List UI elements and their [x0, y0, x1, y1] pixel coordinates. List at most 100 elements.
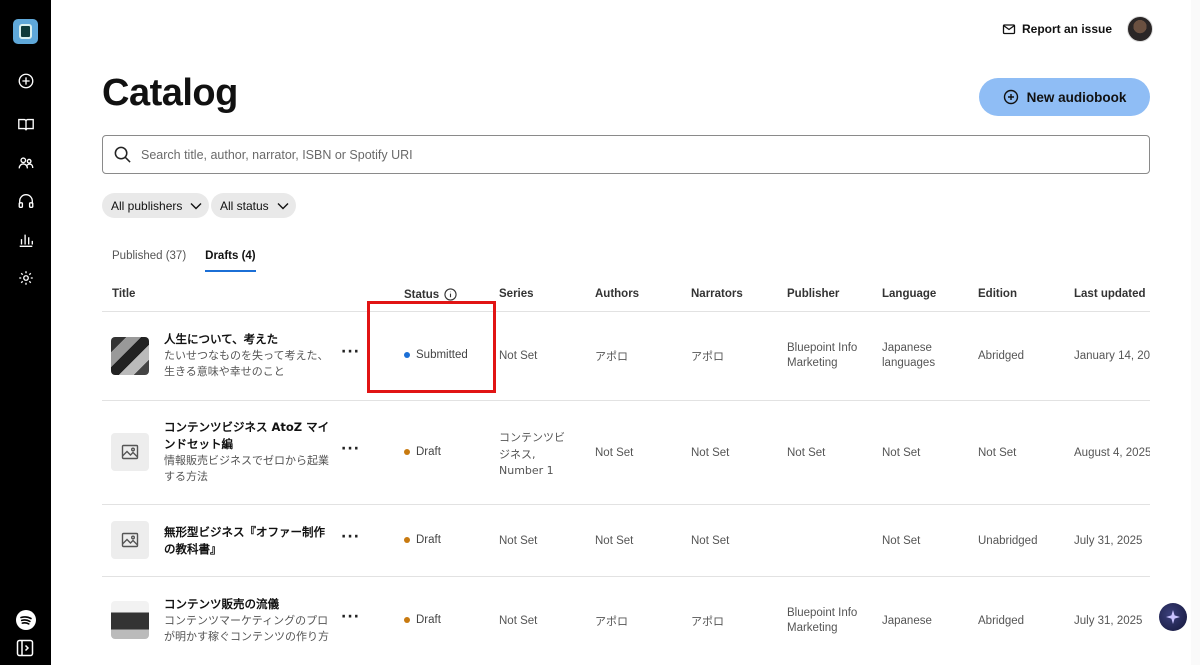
tab-drafts[interactable]: Drafts (4) [205, 250, 256, 272]
publishers-filter[interactable]: All publishers [102, 193, 210, 218]
sparkle-icon[interactable] [1159, 603, 1187, 631]
chevron-down-icon [277, 202, 289, 209]
cover-image [111, 337, 149, 375]
info-icon[interactable] [444, 288, 457, 301]
narrators-cell: Not Set [691, 535, 730, 547]
people-icon[interactable] [16, 153, 36, 173]
search-icon [114, 146, 131, 163]
column-language: Language [882, 288, 937, 300]
column-series: Series [499, 288, 534, 300]
sidebar [0, 0, 51, 665]
narrators-cell: アポロ [691, 615, 724, 628]
authors-cell: Not Set [595, 535, 634, 547]
column-title: Title [112, 288, 136, 300]
app-logo[interactable] [13, 19, 38, 44]
publisher-cell: Not Set [787, 447, 826, 459]
chevron-down-icon [190, 202, 202, 209]
status-label: Draft [416, 534, 441, 546]
last-updated-cell: August 4, 2025 [1074, 447, 1150, 459]
status-badge: Draft [404, 534, 441, 546]
image-icon [121, 444, 139, 460]
divider [102, 576, 1150, 577]
book-subtitle: コンテンツマーケティングのプロが明かす稼ぐコンテンツの作り方 [164, 614, 329, 643]
tab-published[interactable]: Published (37) [112, 250, 186, 272]
more-options-icon[interactable]: ··· [341, 529, 360, 545]
authors-cell: アポロ [595, 350, 628, 363]
status-filter[interactable]: All status [211, 193, 296, 218]
gear-icon[interactable] [16, 268, 36, 288]
new-audiobook-button[interactable]: New audiobook [979, 78, 1150, 116]
bar-chart-icon[interactable] [16, 230, 36, 250]
search-bar [102, 135, 1150, 174]
language-cell: Japanese [882, 615, 932, 627]
book-icon[interactable] [16, 115, 36, 135]
report-issue-label: Report an issue [1022, 22, 1113, 36]
status-badge: Draft [404, 446, 441, 458]
column-authors: Authors [595, 288, 640, 300]
divider [102, 400, 1150, 401]
series-cell: Not Set [499, 535, 538, 547]
book-title[interactable]: コンテンツビジネス AtoZ マインドセット編 [164, 419, 334, 453]
column-status: Status [404, 288, 457, 301]
authors-cell: Not Set [595, 447, 634, 459]
cover-placeholder [111, 433, 149, 471]
publisher-cell: Bluepoint Info Marketing [787, 342, 858, 369]
cover-image [111, 601, 149, 639]
column-narrators: Narrators [691, 288, 743, 300]
headphones-icon[interactable] [16, 191, 36, 211]
edition-cell: Not Set [978, 447, 1017, 459]
highlight-box [367, 301, 496, 393]
last-updated-cell: July 31, 2025 [1074, 535, 1143, 547]
column-last-updated: Last updated [1074, 288, 1146, 300]
language-cell: Japanese languages [882, 342, 936, 369]
divider [102, 504, 1150, 505]
divider [102, 311, 1150, 312]
publisher-cell: Bluepoint Info Marketing [787, 607, 858, 634]
series-cell: Not Set [499, 615, 538, 627]
sidebar-toggle-icon[interactable] [16, 639, 34, 657]
cover-placeholder [111, 521, 149, 559]
last-updated-cell: January 14, 2026 [1074, 350, 1150, 362]
status-badge: Draft [404, 614, 441, 626]
status-filter-label: All status [220, 198, 269, 213]
series-cell: Not Set [499, 350, 538, 362]
series-cell: コンテンツビジネス, Number 1 [499, 431, 565, 477]
more-options-icon[interactable]: ··· [341, 609, 360, 625]
status-dot [404, 537, 410, 543]
last-updated-cell: July 31, 2025 [1074, 615, 1143, 627]
book-title[interactable]: 無形型ビジネス『オファー制作の教科書』 [164, 524, 329, 558]
mail-icon [1002, 24, 1016, 35]
tabs: Published (37) Drafts (4) [112, 250, 256, 272]
edition-cell: Abridged [978, 615, 1025, 627]
status-label: Draft [416, 446, 441, 458]
narrators-cell: Not Set [691, 447, 730, 459]
page-title: Catalog [102, 72, 238, 114]
book-title[interactable]: 人生について、考えた [164, 331, 334, 348]
authors-cell: アポロ [595, 615, 628, 628]
book-title[interactable]: コンテンツ販売の流儀 [164, 596, 334, 613]
column-status-label: Status [404, 288, 440, 301]
language-cell: Not Set [882, 535, 921, 547]
status-dot [404, 617, 410, 623]
edition-cell: Abridged [978, 350, 1025, 362]
column-publisher: Publisher [787, 288, 840, 300]
avatar[interactable] [1127, 16, 1153, 42]
search-input[interactable] [141, 147, 1121, 162]
status-label: Draft [416, 614, 441, 626]
publishers-filter-label: All publishers [111, 198, 183, 213]
image-icon [121, 532, 139, 548]
language-cell: Not Set [882, 447, 921, 459]
status-dot [404, 449, 410, 455]
plus-circle-icon[interactable] [16, 71, 36, 91]
new-audiobook-label: New audiobook [1026, 89, 1127, 105]
narrators-cell: アポロ [691, 350, 724, 363]
column-edition: Edition [978, 288, 1017, 300]
book-subtitle: たいせつなものを失って考えた、生きる意味や幸せのこと [164, 349, 329, 378]
book-subtitle: 情報販売ビジネスでゼロから起業する方法 [164, 454, 329, 483]
more-options-icon[interactable]: ··· [341, 344, 360, 360]
more-options-icon[interactable]: ··· [341, 441, 360, 457]
plus-circle-icon [1003, 89, 1018, 105]
report-issue-link[interactable]: Report an issue [1002, 20, 1112, 38]
scrollbar[interactable] [1191, 0, 1200, 665]
spotify-icon[interactable] [16, 610, 36, 630]
